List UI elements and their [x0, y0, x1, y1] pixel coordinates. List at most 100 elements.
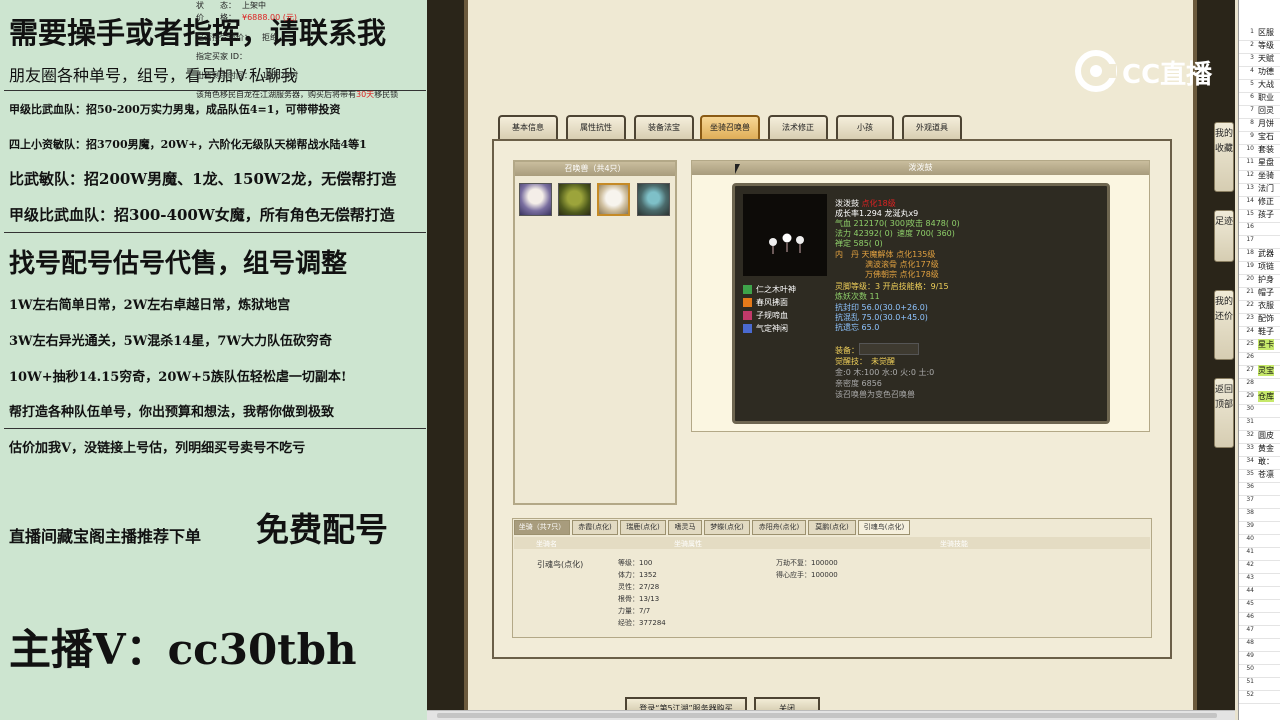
sheet-cell[interactable]: 灵宝: [1258, 365, 1274, 376]
row-number[interactable]: 27: [1239, 366, 1256, 373]
row-number[interactable]: 18: [1239, 249, 1256, 256]
tab-attributes[interactable]: 属性抗性: [566, 115, 626, 139]
tab-appearance[interactable]: 外观道具: [902, 115, 962, 139]
sheet-cell[interactable]: 大战: [1258, 79, 1274, 90]
row-number[interactable]: 19: [1239, 262, 1256, 269]
sheet-cell[interactable]: 配饰: [1258, 313, 1274, 324]
row-number[interactable]: 16: [1239, 223, 1256, 230]
sheet-cell[interactable]: 功德: [1258, 66, 1274, 77]
back-to-top-button[interactable]: 返回顶部: [1214, 378, 1234, 448]
warrior-pet-icon[interactable]: [637, 183, 670, 216]
sheet-cell[interactable]: 坐骑: [1258, 170, 1274, 181]
tab-mounts-pets[interactable]: 坐骑召唤兽: [700, 115, 760, 139]
row-number[interactable]: 26: [1239, 353, 1256, 360]
row-number[interactable]: 4: [1239, 67, 1256, 74]
sheet-cell[interactable]: 圆皮: [1258, 430, 1274, 441]
sheet-cell[interactable]: 等级: [1258, 40, 1274, 51]
sheet-cell[interactable]: 天赋: [1258, 53, 1274, 64]
row-number[interactable]: 25: [1239, 340, 1256, 347]
row-number[interactable]: 33: [1239, 444, 1256, 451]
mount-tab[interactable]: 瑞鹿(点化): [620, 520, 666, 535]
row-number[interactable]: 11: [1239, 158, 1256, 165]
row-number[interactable]: 28: [1239, 379, 1256, 386]
my-favorites-button[interactable]: 我的收藏: [1214, 122, 1234, 192]
sheet-cell[interactable]: 衣服: [1258, 300, 1274, 311]
sheet-cell[interactable]: 武器: [1258, 248, 1274, 259]
row-number[interactable]: 37: [1239, 496, 1256, 503]
row-number[interactable]: 2: [1239, 41, 1256, 48]
mount-tab[interactable]: 梦蝶(点化): [704, 520, 750, 535]
row-number[interactable]: 29: [1239, 392, 1256, 399]
mount-tab[interactable]: 赤阳舟(点化): [752, 520, 806, 535]
sheet-cell[interactable]: 孩子: [1258, 209, 1274, 220]
row-number[interactable]: 24: [1239, 327, 1256, 334]
mount-tab[interactable]: 嗜灵马: [668, 520, 702, 535]
mount-tab[interactable]: 莫鹏(点化): [808, 520, 856, 535]
row-number[interactable]: 43: [1239, 574, 1256, 581]
row-number[interactable]: 39: [1239, 522, 1256, 529]
sheet-cell[interactable]: 敢：: [1258, 456, 1274, 467]
row-number[interactable]: 20: [1239, 275, 1256, 282]
row-number[interactable]: 23: [1239, 314, 1256, 321]
row-number[interactable]: 49: [1239, 652, 1256, 659]
sheet-cell[interactable]: 项链: [1258, 261, 1274, 272]
skill-item[interactable]: 气定神闲: [743, 323, 833, 334]
row-number[interactable]: 34: [1239, 457, 1256, 464]
row-number[interactable]: 35: [1239, 470, 1256, 477]
sheet-cell[interactable]: 星盘: [1258, 157, 1274, 168]
mask-pet-icon[interactable]: [519, 183, 552, 216]
goblin-pet-icon[interactable]: [558, 183, 591, 216]
row-number[interactable]: 44: [1239, 587, 1256, 594]
skill-item[interactable]: 仁之木叶神: [743, 284, 833, 295]
tab-basic-info[interactable]: 基本信息: [498, 115, 558, 139]
sheet-cell[interactable]: 星卡: [1258, 339, 1274, 350]
row-number[interactable]: 1: [1239, 28, 1256, 35]
skill-item[interactable]: 春风拂面: [743, 297, 833, 308]
row-number[interactable]: 50: [1239, 665, 1256, 672]
row-number[interactable]: 5: [1239, 80, 1256, 87]
sheet-cell[interactable]: 苍凛: [1258, 469, 1274, 480]
mount-tab[interactable]: 坐骑（共7只）: [514, 520, 570, 535]
row-number[interactable]: 30: [1239, 405, 1256, 412]
row-number[interactable]: 10: [1239, 145, 1256, 152]
row-number[interactable]: 6: [1239, 93, 1256, 100]
row-number[interactable]: 8: [1239, 119, 1256, 126]
mount-tab[interactable]: 赤霞(点化): [572, 520, 618, 535]
sheet-cell[interactable]: 宝石: [1258, 131, 1274, 142]
sheet-cell[interactable]: 修正: [1258, 196, 1274, 207]
row-number[interactable]: 15: [1239, 210, 1256, 217]
row-number[interactable]: 13: [1239, 184, 1256, 191]
sheet-cell[interactable]: 回灵: [1258, 105, 1274, 116]
sheet-cell[interactable]: 帽子: [1258, 287, 1274, 298]
tab-spells[interactable]: 法术修正: [768, 115, 828, 139]
row-number[interactable]: 48: [1239, 639, 1256, 646]
row-number[interactable]: 40: [1239, 535, 1256, 542]
row-number[interactable]: 9: [1239, 132, 1256, 139]
footprint-button[interactable]: 足迹: [1214, 210, 1234, 262]
sheet-cell[interactable]: 护身: [1258, 274, 1274, 285]
row-number[interactable]: 46: [1239, 613, 1256, 620]
row-number[interactable]: 17: [1239, 236, 1256, 243]
row-number[interactable]: 7: [1239, 106, 1256, 113]
tab-equipment[interactable]: 装备法宝: [634, 115, 694, 139]
tab-children[interactable]: 小孩: [836, 115, 894, 139]
row-number[interactable]: 12: [1239, 171, 1256, 178]
row-number[interactable]: 42: [1239, 561, 1256, 568]
mount-tab-selected[interactable]: 引魂鸟(点化): [858, 520, 910, 535]
row-number[interactable]: 47: [1239, 626, 1256, 633]
row-number[interactable]: 14: [1239, 197, 1256, 204]
my-counter-offers-button[interactable]: 我的还价: [1214, 290, 1234, 360]
sheet-cell[interactable]: 仓库: [1258, 391, 1274, 402]
row-number[interactable]: 32: [1239, 431, 1256, 438]
row-number[interactable]: 51: [1239, 678, 1256, 685]
scrollbar-thumb[interactable]: [437, 713, 1217, 718]
sheet-cell[interactable]: 套装: [1258, 144, 1274, 155]
sheet-cell[interactable]: 黄金: [1258, 443, 1274, 454]
row-number[interactable]: 45: [1239, 600, 1256, 607]
row-number[interactable]: 21: [1239, 288, 1256, 295]
sheet-cell[interactable]: 鞋子: [1258, 326, 1274, 337]
skill-item[interactable]: 子规啼血: [743, 310, 833, 321]
row-number[interactable]: 52: [1239, 691, 1256, 698]
row-number[interactable]: 31: [1239, 418, 1256, 425]
ghost-pet-icon[interactable]: [597, 183, 630, 216]
